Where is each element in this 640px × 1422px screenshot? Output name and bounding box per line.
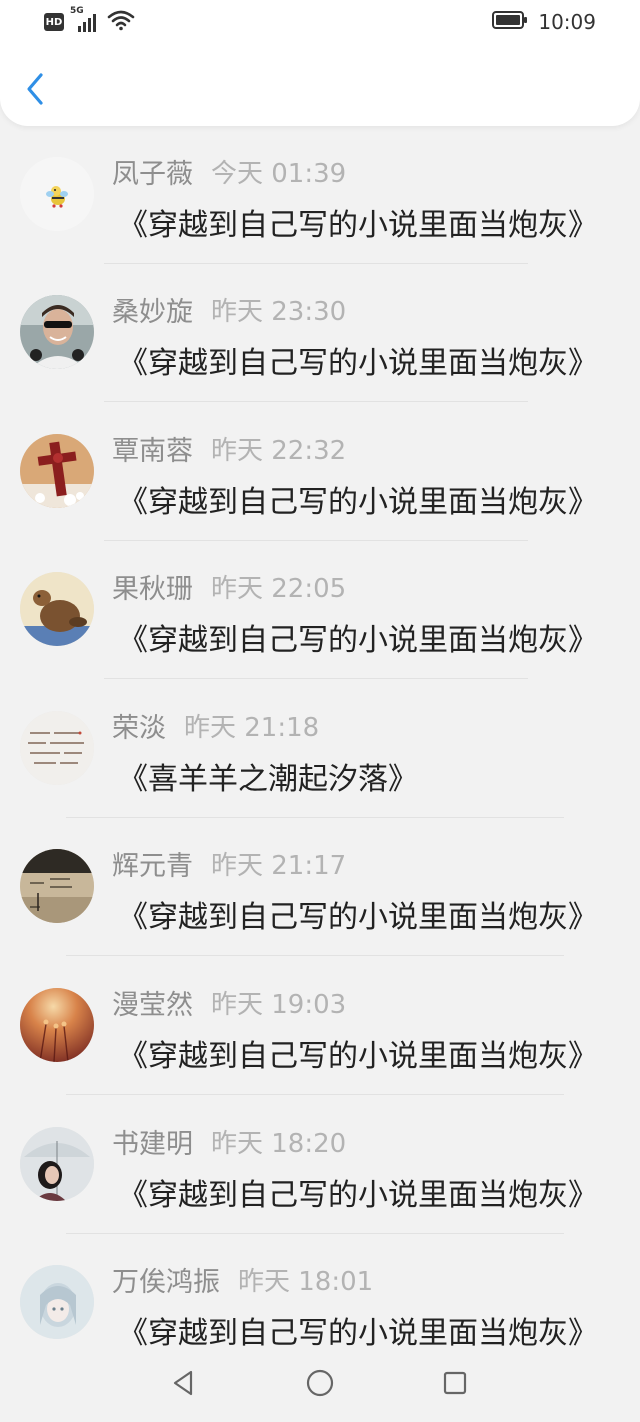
system-nav-bar	[0, 1348, 640, 1422]
user-name: 漫莹然	[112, 989, 193, 1021]
hd-badge: HD	[44, 13, 64, 31]
user-name: 万俟鸿振	[112, 1266, 220, 1298]
timestamp: 昨天 18:01	[238, 1266, 374, 1297]
screen: HD 5G 10:09 凤子薇 今天 01:39 《穿越到自己写的小说里面当炮灰…	[0, 0, 640, 1422]
status-bar-right: 10:09	[492, 8, 596, 36]
item-meta: 万俟鸿振 昨天 18:01	[112, 1262, 374, 1298]
signal-icon: 5G	[70, 6, 100, 34]
item-meta: 书建明 昨天 18:20	[112, 1124, 347, 1160]
status-bar-left: HD 5G	[44, 6, 136, 36]
list-item[interactable]: 荣淡 昨天 21:18 《喜羊羊之潮起汐落》	[0, 680, 640, 818]
list-item[interactable]: 果秋珊 昨天 22:05 《穿越到自己写的小说里面当炮灰》	[0, 541, 640, 679]
network-label: 5G	[70, 6, 84, 16]
avatar[interactable]	[20, 295, 94, 369]
timestamp: 昨天 22:05	[211, 573, 347, 604]
divider	[104, 401, 528, 402]
book-title: 《穿越到自己写的小说里面当炮灰》	[118, 623, 598, 658]
avatar[interactable]	[20, 157, 94, 231]
timestamp: 今天 01:39	[211, 158, 347, 189]
avatar[interactable]	[20, 434, 94, 508]
chevron-left-icon	[24, 72, 46, 110]
avatar[interactable]	[20, 1265, 94, 1339]
user-name: 凤子薇	[112, 158, 193, 190]
list-item[interactable]: 万俟鸿振 昨天 18:01 《穿越到自己写的小说里面当炮灰》	[0, 1234, 640, 1348]
avatar[interactable]	[20, 849, 94, 923]
user-name: 辉元青	[112, 850, 193, 882]
message-list[interactable]: 凤子薇 今天 01:39 《穿越到自己写的小说里面当炮灰》 桑妙旋 昨天 23:…	[0, 126, 640, 1348]
timestamp: 昨天 21:17	[211, 850, 347, 881]
list-item[interactable]: 辉元青 昨天 21:17 《穿越到自己写的小说里面当炮灰》	[0, 818, 640, 956]
list-item[interactable]: 覃南蓉 昨天 22:32 《穿越到自己写的小说里面当炮灰》	[0, 403, 640, 541]
timestamp: 昨天 21:18	[184, 712, 320, 743]
list-item[interactable]: 漫莹然 昨天 19:03 《穿越到自己写的小说里面当炮灰》	[0, 957, 640, 1095]
triangle-back-icon	[169, 1368, 197, 1402]
nav-home-button[interactable]	[303, 1368, 337, 1402]
avatar[interactable]	[20, 1127, 94, 1201]
item-meta: 桑妙旋 昨天 23:30	[112, 292, 347, 328]
user-name: 果秋珊	[112, 573, 193, 605]
user-name: 荣淡	[112, 712, 166, 744]
avatar[interactable]	[20, 988, 94, 1062]
item-meta: 覃南蓉 昨天 22:32	[112, 431, 347, 467]
item-meta: 荣淡 昨天 21:18	[112, 708, 320, 744]
list-item[interactable]: 桑妙旋 昨天 23:30 《穿越到自己写的小说里面当炮灰》	[0, 264, 640, 402]
book-title: 《穿越到自己写的小说里面当炮灰》	[118, 900, 598, 935]
timestamp: 昨天 18:20	[211, 1128, 347, 1159]
item-meta: 漫莹然 昨天 19:03	[112, 985, 347, 1021]
header: HD 5G 10:09	[0, 0, 640, 126]
divider	[104, 678, 528, 679]
book-title: 《穿越到自己写的小说里面当炮灰》	[118, 1039, 598, 1074]
list-item[interactable]: 凤子薇 今天 01:39 《穿越到自己写的小说里面当炮灰》	[0, 126, 640, 264]
back-button[interactable]	[18, 70, 52, 112]
book-title: 《穿越到自己写的小说里面当炮灰》	[118, 346, 598, 381]
timestamp: 昨天 22:32	[211, 435, 347, 466]
user-name: 书建明	[112, 1128, 193, 1160]
item-meta: 凤子薇 今天 01:39	[112, 154, 347, 190]
battery-icon	[492, 10, 528, 34]
timestamp: 昨天 19:03	[211, 989, 347, 1020]
avatar[interactable]	[20, 572, 94, 646]
book-title: 《喜羊羊之潮起汐落》	[118, 762, 418, 797]
avatar[interactable]	[20, 711, 94, 785]
nav-back-button[interactable]	[166, 1368, 200, 1402]
item-meta: 果秋珊 昨天 22:05	[112, 569, 347, 605]
book-title: 《穿越到自己写的小说里面当炮灰》	[118, 485, 598, 520]
divider	[66, 1094, 564, 1095]
status-bar: HD 5G 10:09	[0, 0, 640, 44]
status-time: 10:09	[538, 10, 596, 34]
user-name: 桑妙旋	[112, 296, 193, 328]
circle-home-icon	[305, 1368, 335, 1402]
book-title: 《穿越到自己写的小说里面当炮灰》	[118, 208, 598, 243]
divider	[66, 955, 564, 956]
square-recents-icon	[441, 1369, 469, 1401]
book-title: 《穿越到自己写的小说里面当炮灰》	[118, 1178, 598, 1213]
book-title: 《穿越到自己写的小说里面当炮灰》	[118, 1316, 598, 1348]
list-item[interactable]: 书建明 昨天 18:20 《穿越到自己写的小说里面当炮灰》	[0, 1096, 640, 1234]
wifi-icon	[106, 8, 136, 36]
user-name: 覃南蓉	[112, 435, 193, 467]
item-meta: 辉元青 昨天 21:17	[112, 846, 347, 882]
nav-recents-button[interactable]	[438, 1368, 472, 1402]
timestamp: 昨天 23:30	[211, 296, 347, 327]
